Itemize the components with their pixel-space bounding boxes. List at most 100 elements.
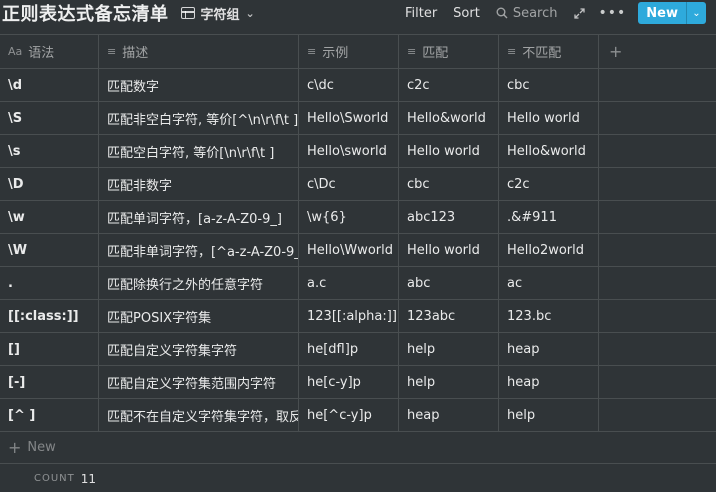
cell-syntax[interactable]: \S — [0, 102, 99, 134]
cell-no-match[interactable]: cbc — [499, 69, 599, 101]
cell-no-match[interactable]: Hello2world — [499, 234, 599, 266]
cell-example[interactable]: 123[[:alpha:]]bc — [299, 300, 399, 332]
cell-no-match[interactable]: Hello world — [499, 102, 599, 134]
cell-no-match[interactable]: c2c — [499, 168, 599, 200]
cell-empty — [599, 267, 716, 299]
table-row[interactable]: \s 匹配空白字符, 等价[\n\r\f\t ] Hello\sworld Hello… — [0, 134, 716, 167]
cell-syntax[interactable]: \W — [0, 234, 99, 266]
column-header-example[interactable]: ≡ 示例 — [299, 35, 399, 68]
cell-no-match[interactable]: 123.bc — [499, 300, 599, 332]
expand-icon[interactable] — [573, 7, 585, 19]
cell-syntax[interactable]: \w — [0, 201, 99, 233]
cell-no-match[interactable]: ac — [499, 267, 599, 299]
table-view-icon — [180, 7, 195, 19]
database-table: Aa 语法 ≡ 描述 ≡ 示例 ≡ 匹配 ≡ 不匹配 + \d 匹配数字 c\dc c… — [0, 34, 716, 492]
database-title[interactable]: 正则表达式备忘清单 — [2, 0, 169, 26]
view-selector[interactable]: 字符组 ⌄ — [180, 4, 255, 23]
sort-button[interactable]: Sort — [453, 6, 480, 21]
table-row[interactable]: \d 匹配数字 c\dc c2c cbc — [0, 68, 716, 101]
cell-syntax[interactable]: [[:class:]] — [0, 300, 99, 332]
table-row[interactable]: [-] 匹配自定义字符集范围内字符 he[c-y]p help heap — [0, 365, 716, 398]
cell-example[interactable]: he[c-y]p — [299, 366, 399, 398]
search-button[interactable]: Search — [496, 6, 558, 21]
cell-match[interactable]: abc123 — [399, 201, 499, 233]
cell-example[interactable]: c\Dc — [299, 168, 399, 200]
plus-icon: + — [609, 42, 623, 61]
cell-empty — [599, 102, 716, 134]
column-header-label: 匹配 — [422, 46, 449, 61]
cell-description[interactable]: 匹配自定义字符集范围内字符 — [99, 366, 299, 398]
more-options-icon[interactable]: ••• — [599, 5, 627, 21]
cell-example[interactable]: Hello\Wworld — [299, 234, 399, 266]
new-row-button[interactable]: + New — [0, 431, 716, 463]
cell-syntax[interactable]: [^ ] — [0, 399, 99, 431]
column-header-match[interactable]: ≡ 匹配 — [399, 35, 499, 68]
cell-no-match[interactable]: heap — [499, 366, 599, 398]
column-header-label: 描述 — [122, 46, 149, 61]
filter-button[interactable]: Filter — [405, 6, 437, 21]
toolbar-actions: Filter Sort Search ••• New ⌄ — [405, 0, 716, 26]
cell-description[interactable]: 匹配空白字符, 等价[\n\r\f\t ] — [99, 135, 299, 167]
add-column-button[interactable]: + — [599, 35, 716, 68]
new-button-label[interactable]: New — [638, 2, 686, 24]
cell-example[interactable]: Hello\Sworld — [299, 102, 399, 134]
cell-match[interactable]: help — [399, 333, 499, 365]
cell-match[interactable]: Hello world — [399, 135, 499, 167]
cell-example[interactable]: Hello\sworld — [299, 135, 399, 167]
cell-description[interactable]: 匹配自定义字符集字符 — [99, 333, 299, 365]
new-row-label: New — [27, 440, 56, 455]
cell-description[interactable]: 匹配除换行之外的任意字符 — [99, 267, 299, 299]
cell-description[interactable]: 匹配数字 — [99, 69, 299, 101]
cell-description[interactable]: 匹配单词字符，[a-z-A-Z0-9_] — [99, 201, 299, 233]
cell-description[interactable]: 匹配非数字 — [99, 168, 299, 200]
cell-syntax[interactable]: . — [0, 267, 99, 299]
cell-no-match[interactable]: help — [499, 399, 599, 431]
table-row[interactable]: \S 匹配非空白字符, 等价[^\n\r\f\t ] Hello\Sworld Hel… — [0, 101, 716, 134]
cell-no-match[interactable]: heap — [499, 333, 599, 365]
count-footer[interactable]: COUNT 11 — [0, 463, 716, 492]
cell-match[interactable]: abc — [399, 267, 499, 299]
cell-empty — [599, 333, 716, 365]
cell-match[interactable]: Hello&world — [399, 102, 499, 134]
table-row[interactable]: \D 匹配非数字 c\Dc cbc c2c — [0, 167, 716, 200]
cell-match[interactable]: Hello world — [399, 234, 499, 266]
cell-match[interactable]: c2c — [399, 69, 499, 101]
new-button[interactable]: New ⌄ — [638, 2, 706, 24]
cell-description[interactable]: 匹配非空白字符, 等价[^\n\r\f\t ] — [99, 102, 299, 134]
cell-no-match[interactable]: Hello&world — [499, 135, 599, 167]
table-row[interactable]: . 匹配除换行之外的任意字符 a.c abc ac — [0, 266, 716, 299]
cell-syntax[interactable]: \D — [0, 168, 99, 200]
column-header-syntax[interactable]: Aa 语法 — [0, 35, 99, 68]
table-row[interactable]: [^ ] 匹配不在自定义字符集字符，取反 he[^c-y]p heap help — [0, 398, 716, 431]
table-row[interactable]: \W 匹配非单词字符，[^a-z-A-Z0-9_] Hello\Wworld Hell… — [0, 233, 716, 266]
cell-match[interactable]: 123abc — [399, 300, 499, 332]
cell-syntax[interactable]: [-] — [0, 366, 99, 398]
new-dropdown-chevron-icon[interactable]: ⌄ — [686, 2, 706, 24]
text-property-icon: ≡ — [507, 45, 517, 58]
text-property-icon: ≡ — [407, 45, 417, 58]
cell-match[interactable]: cbc — [399, 168, 499, 200]
cell-empty — [599, 399, 716, 431]
cell-match[interactable]: help — [399, 366, 499, 398]
cell-example[interactable]: c\dc — [299, 69, 399, 101]
cell-description[interactable]: 匹配POSIX字符集 — [99, 300, 299, 332]
table-row[interactable]: \w 匹配单词字符，[a-z-A-Z0-9_] \w{6} abc123 .&#911 — [0, 200, 716, 233]
cell-syntax[interactable]: \d — [0, 69, 99, 101]
cell-description[interactable]: 匹配非单词字符，[^a-z-A-Z0-9_] — [99, 234, 299, 266]
column-header-description[interactable]: ≡ 描述 — [99, 35, 299, 68]
cell-syntax[interactable]: [] — [0, 333, 99, 365]
chevron-down-icon: ⌄ — [245, 6, 255, 20]
cell-match[interactable]: heap — [399, 399, 499, 431]
cell-example[interactable]: he[^c-y]p — [299, 399, 399, 431]
table-row[interactable]: [[:class:]]匹配POSIX字符集123[[:alpha:]]bc123… — [0, 299, 716, 332]
cell-example[interactable]: he[dfl]p — [299, 333, 399, 365]
table-row[interactable]: [] 匹配自定义字符集字符 he[dfl]p help heap — [0, 332, 716, 365]
cell-syntax[interactable]: \s — [0, 135, 99, 167]
cell-empty — [599, 201, 716, 233]
cell-example[interactable]: \w{6} — [299, 201, 399, 233]
cell-no-match[interactable]: .&#911 — [499, 201, 599, 233]
cell-example[interactable]: a.c — [299, 267, 399, 299]
cell-description[interactable]: 匹配不在自定义字符集字符，取反 — [99, 399, 299, 431]
cell-empty — [599, 234, 716, 266]
column-header-no-match[interactable]: ≡ 不匹配 — [499, 35, 599, 68]
